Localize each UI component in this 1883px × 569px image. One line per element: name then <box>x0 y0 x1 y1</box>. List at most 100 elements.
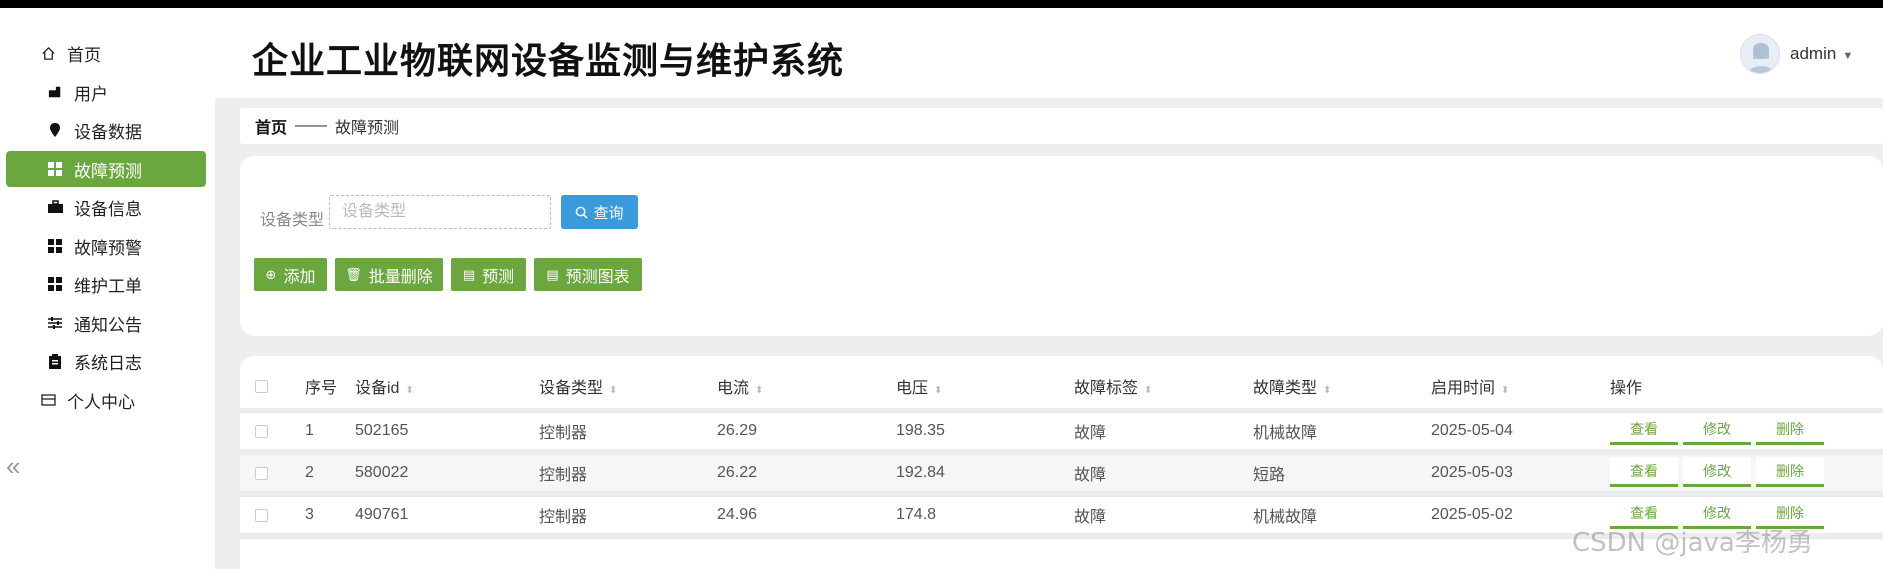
breadcrumb-current: 故障预测 <box>335 120 400 137</box>
predict-label: 预测 <box>482 268 515 286</box>
cell-fault-type: 短路 <box>1253 467 1286 484</box>
cell-fault-label: 故障 <box>1074 509 1107 526</box>
select-all-checkbox[interactable] <box>255 379 268 393</box>
collapse-sidebar-icon[interactable]: « <box>6 453 20 479</box>
delete-button[interactable]: 删除 <box>1756 415 1824 445</box>
query-button[interactable]: 查询 <box>561 195 638 229</box>
box-icon: ▤ <box>462 266 476 282</box>
sidebar-item-users[interactable]: 用户 <box>6 74 206 110</box>
sidebar-item-device-data[interactable]: 设备数据 <box>6 112 206 148</box>
col-header-sortable[interactable]: 电流 ⬍ <box>717 374 763 398</box>
grid-icon <box>46 237 64 255</box>
predict-chart-label: 预测图表 <box>565 268 630 286</box>
cell-device-id: 580022 <box>355 464 409 481</box>
breadcrumb: 首页 —— 故障预测 <box>240 108 1883 144</box>
grid-icon <box>46 275 64 293</box>
sidebar-item-work-orders[interactable]: 维护工单 <box>6 266 206 302</box>
user-icon <box>46 83 64 101</box>
col-header-sortable[interactable]: 故障类型 ⬍ <box>1253 374 1331 398</box>
sort-icon: ⬍ <box>405 385 414 396</box>
sidebar-item-device-info[interactable]: 设备信息 <box>6 189 206 225</box>
add-button[interactable]: ⊕ 添加 <box>254 258 327 291</box>
breadcrumb-home[interactable]: 首页 <box>255 114 287 138</box>
sidebar-item-label: 系统日志 <box>74 353 142 373</box>
cell-current: 26.22 <box>717 464 758 481</box>
sidebar-item-label: 设备信息 <box>74 199 142 219</box>
sidebar-item-label: 通知公告 <box>74 315 142 335</box>
row-checkbox[interactable] <box>255 508 268 522</box>
sidebar-item-label: 维护工单 <box>74 276 142 296</box>
col-header-sortable[interactable]: 故障标签 ⬍ <box>1074 374 1152 398</box>
sidebar-item-label: 个人中心 <box>67 392 135 412</box>
sidebar-item-label: 故障预警 <box>74 238 142 258</box>
batch-delete-label: 批量删除 <box>368 268 433 286</box>
sidebar-item-fault-alert[interactable]: 故障预警 <box>6 228 206 264</box>
sort-icon: ⬍ <box>1323 385 1332 396</box>
header: 企业工业物联网设备监测与维护系统 admin ▼ <box>215 8 1883 98</box>
cell-start-date: 2025-05-03 <box>1431 464 1513 481</box>
sidebar-item-system-log[interactable]: 系统日志 <box>6 343 206 379</box>
avatar[interactable] <box>1740 34 1780 74</box>
col-header-sortable[interactable]: 启用时间 ⬍ <box>1431 374 1509 398</box>
view-button[interactable]: 查看 <box>1610 415 1678 445</box>
query-label: 查询 <box>593 204 624 222</box>
box-icon: ▤ <box>546 266 559 282</box>
col-header: 序号 <box>305 380 338 397</box>
user-menu[interactable]: admin ▼ <box>1790 44 1853 64</box>
cell-device-type: 控制器 <box>539 467 588 484</box>
sort-icon: ⬍ <box>609 385 618 396</box>
table-header: 序号 设备id ⬍ 设备类型 ⬍ 电流 ⬍ 电压 ⬍ 故障标签 ⬍ 故障类型 ⬍ 启用时间 ⬍… <box>240 366 1883 406</box>
sidebar-item-profile[interactable]: 个人中心 <box>6 382 206 418</box>
briefcase-icon <box>46 198 64 216</box>
cell-current: 26.29 <box>717 422 758 439</box>
sidebar-item-label: 用户 <box>74 84 108 104</box>
sliders-icon <box>46 314 64 332</box>
top-bar <box>0 0 1883 8</box>
grid-icon <box>46 160 64 178</box>
edit-button[interactable]: 修改 <box>1683 415 1751 445</box>
cell-voltage: 192.84 <box>896 464 945 481</box>
cell-device-id: 502165 <box>355 422 409 439</box>
home-icon <box>39 44 57 62</box>
cell-index: 1 <box>305 422 314 439</box>
cell-fault-label: 故障 <box>1074 425 1107 442</box>
sidebar-item-fault-prediction[interactable]: 故障预测 <box>6 151 206 187</box>
breadcrumb-separator: —— <box>295 117 328 134</box>
predict-chart-button[interactable]: ▤ 预测图表 <box>534 258 642 291</box>
col-header-sortable[interactable]: 电压 ⬍ <box>896 374 942 398</box>
predict-button[interactable]: ▤ 预测 <box>451 258 526 291</box>
edit-button[interactable]: 修改 <box>1683 457 1751 487</box>
trash-icon: 🗑 <box>345 266 362 282</box>
search-icon <box>575 206 589 219</box>
cell-device-type: 控制器 <box>539 509 588 526</box>
sidebar: 首页 用户 设备数据 故障预测 设备信息 故障预警 维护工单 通知公告 系统日志… <box>0 8 215 569</box>
delete-button[interactable]: 删除 <box>1756 457 1824 487</box>
row-checkbox[interactable] <box>255 424 268 438</box>
sort-icon: ⬍ <box>934 385 943 396</box>
cell-index: 2 <box>305 464 314 481</box>
view-button[interactable]: 查看 <box>1610 457 1678 487</box>
cell-fault-type: 机械故障 <box>1253 425 1318 442</box>
page-title: 企业工业物联网设备监测与维护系统 <box>252 40 845 81</box>
plus-circle-icon: ⊕ <box>265 266 277 282</box>
cell-start-date: 2025-05-04 <box>1431 422 1513 439</box>
sidebar-item-home[interactable]: 首页 <box>6 35 206 71</box>
cell-voltage: 174.8 <box>896 506 937 523</box>
username: admin <box>1790 44 1837 63</box>
table-row: 2 580022 控制器 26.22 192.84 故障 短路 2025-05-… <box>240 455 1883 491</box>
sidebar-item-label: 首页 <box>67 45 101 65</box>
col-header-sortable[interactable]: 设备类型 ⬍ <box>539 374 617 398</box>
cell-current: 24.96 <box>717 506 758 523</box>
sort-icon: ⬍ <box>1501 385 1510 396</box>
cell-index: 3 <box>305 506 314 523</box>
device-type-input[interactable] <box>329 195 551 229</box>
search-panel: 设备类型 查询 ⊕ 添加 🗑 批量删除 ▤ 预测 ▤ 预测图表 <box>240 156 1883 336</box>
add-label: 添加 <box>283 268 316 286</box>
batch-delete-button[interactable]: 🗑 批量删除 <box>335 258 443 291</box>
row-checkbox[interactable] <box>255 466 268 480</box>
col-header-sortable[interactable]: 设备id ⬍ <box>355 374 414 398</box>
sidebar-item-label: 故障预测 <box>74 161 142 181</box>
clipboard-icon <box>46 352 64 370</box>
sidebar-item-notices[interactable]: 通知公告 <box>6 305 206 341</box>
cell-fault-type: 机械故障 <box>1253 509 1318 526</box>
